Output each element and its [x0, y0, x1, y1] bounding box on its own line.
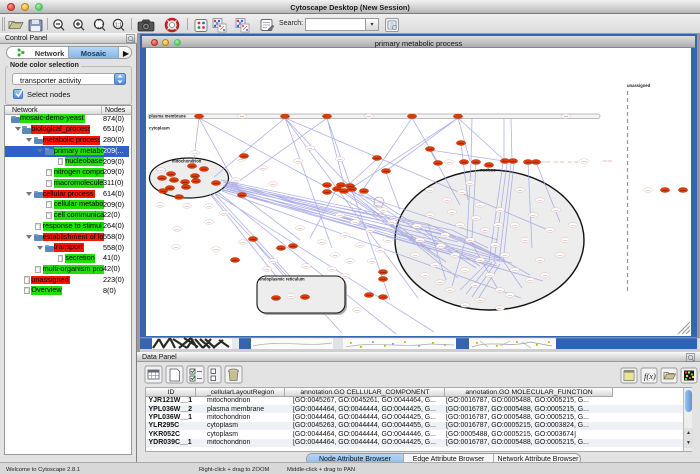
svg-text:unassigned: unassigned: [627, 83, 651, 88]
svg-text:nucleus: nucleus: [480, 168, 496, 173]
svg-text:f(x): f(x): [644, 371, 656, 381]
svg-text:cytoplasm: cytoplasm: [149, 126, 170, 131]
svg-text:mitochondrion: mitochondrion: [172, 159, 202, 164]
svg-text:1:1: 1:1: [115, 23, 122, 29]
svg-text:plasma membrane: plasma membrane: [149, 114, 186, 119]
svg-text:endoplasmic reticulum: endoplasmic reticulum: [259, 277, 305, 282]
